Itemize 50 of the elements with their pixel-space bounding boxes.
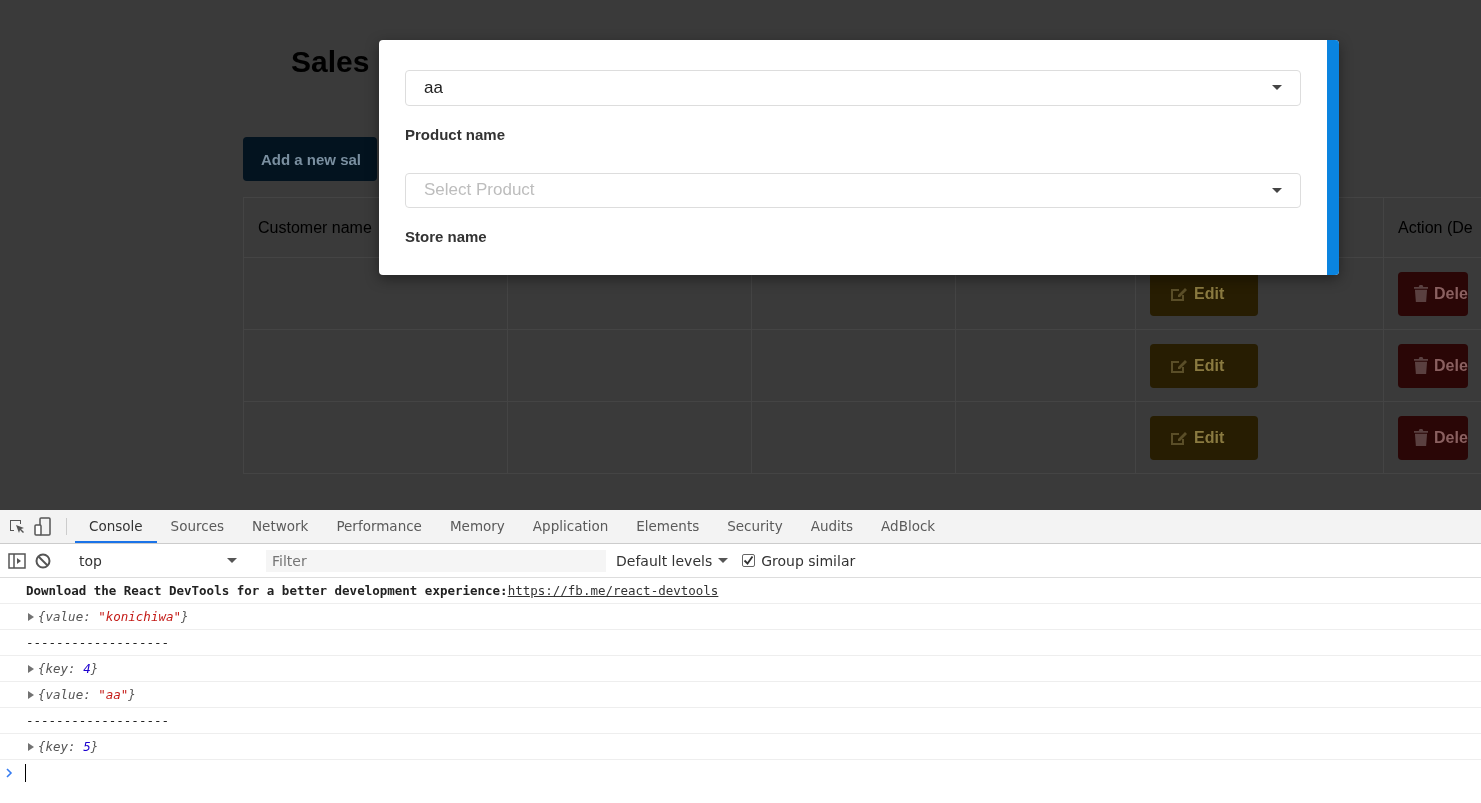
context-select[interactable]: top <box>75 552 245 569</box>
column-header: Action (De <box>1398 218 1473 237</box>
expand-icon[interactable] <box>28 613 34 621</box>
caret-icon <box>1272 85 1282 91</box>
devtools-tab[interactable]: Security <box>713 510 797 543</box>
devtools-tab[interactable]: Performance <box>322 510 436 543</box>
column-header: Customer name <box>258 218 372 237</box>
field-label: Product name <box>405 125 507 143</box>
console-object[interactable]: {value: "aa"} <box>38 687 136 702</box>
text-cursor <box>25 764 26 782</box>
console-message: ------------------- <box>26 713 169 728</box>
page-title: Sales <box>291 44 370 80</box>
trash-icon <box>1414 357 1428 374</box>
checkbox-label: Group similar <box>761 552 856 569</box>
levels-dropdown[interactable]: Default levels <box>616 552 729 569</box>
console-message: Download the React DevTools for a better development experience: <box>26 583 508 598</box>
console-message: ------------------- <box>26 635 169 650</box>
delete-button[interactable]: Dele <box>1398 415 1468 460</box>
scrollbar[interactable] <box>1327 40 1339 275</box>
console-object[interactable]: {key: 5} <box>38 739 99 754</box>
expand-icon[interactable] <box>28 743 34 751</box>
delete-button[interactable]: Dele <box>1398 271 1468 316</box>
edit-icon <box>1170 429 1188 446</box>
devtools-tab[interactable]: Memory <box>435 510 519 543</box>
expand-icon[interactable] <box>28 691 34 699</box>
trash-icon <box>1414 285 1428 302</box>
expand-icon[interactable] <box>28 665 34 673</box>
filter-field[interactable]: Filter <box>266 549 606 572</box>
console-object[interactable]: {value: "konichiwa"} <box>38 609 189 624</box>
edit-button[interactable]: Edit <box>1150 343 1258 388</box>
edit-button[interactable]: Edit <box>1150 415 1258 460</box>
caret-icon <box>1272 187 1282 193</box>
field-label: Store name <box>405 228 488 245</box>
devtools-link[interactable]: https://fb.me/react-devtools <box>507 583 719 598</box>
edit-icon <box>1170 285 1188 302</box>
devtools-tab[interactable]: Sources <box>156 510 238 543</box>
add-sale-button[interactable]: Add a new sal <box>243 137 377 181</box>
group-similar-checkbox[interactable] <box>742 554 756 567</box>
prompt-icon <box>6 768 13 778</box>
devtools-tab[interactable]: Network <box>238 510 323 543</box>
trash-icon <box>1414 429 1428 446</box>
devtools-tab[interactable]: Elements <box>622 510 714 543</box>
edit-icon <box>1170 357 1188 374</box>
devtools-tab[interactable]: Application <box>518 510 623 543</box>
devtools-tab[interactable]: AdBlock <box>867 510 950 543</box>
console-object[interactable]: {key: 4} <box>38 661 99 676</box>
devtools-tab[interactable]: Audits <box>796 510 868 543</box>
sidebar-toggle-icon[interactable] <box>6 552 28 569</box>
delete-button[interactable]: Dele <box>1398 343 1468 388</box>
select-field[interactable]: aa <box>405 70 1301 106</box>
